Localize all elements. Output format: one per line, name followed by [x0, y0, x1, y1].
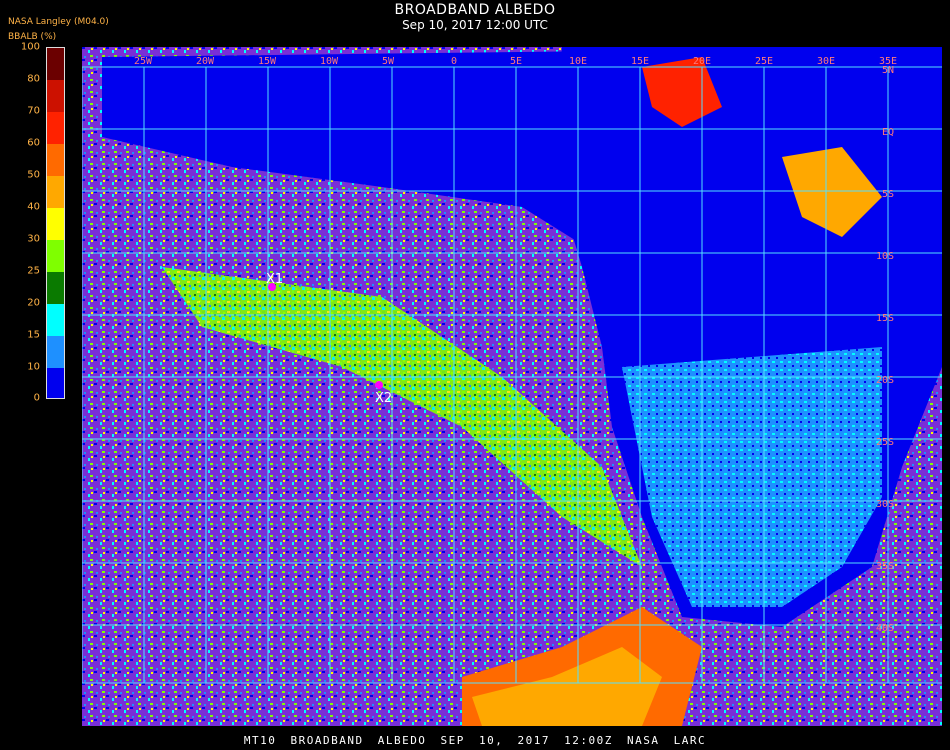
- lon-label: 20E: [693, 56, 711, 67]
- legend-swatch-10-15: [47, 336, 64, 368]
- legend-tick: 70: [27, 105, 40, 117]
- lat-label: EQ: [882, 127, 894, 138]
- lat-label: 5S: [882, 189, 894, 200]
- lon-label: 15E: [631, 56, 649, 67]
- legend-swatch-50-60: [47, 144, 64, 176]
- legend-tick: 50: [27, 169, 40, 181]
- legend-swatch-60-70: [47, 112, 64, 144]
- lat-label: 40S: [876, 623, 894, 634]
- lon-label: 5W: [382, 56, 395, 67]
- marker-dot: [375, 381, 383, 389]
- legend-tick: 30: [27, 233, 40, 245]
- legend-tick: 80: [27, 73, 40, 85]
- lat-label: 25S: [876, 437, 894, 448]
- lon-label: 15W: [258, 56, 277, 67]
- legend-tick: 40: [27, 201, 40, 213]
- legend-swatch-20-25: [47, 272, 64, 304]
- lat-label: 15S: [876, 313, 894, 324]
- color-scale-legend: [46, 47, 65, 399]
- unit-label: BBALB (%): [8, 32, 57, 42]
- lon-label: 10W: [320, 56, 339, 67]
- legend-tick: 100: [20, 41, 40, 53]
- legend-tick: 60: [27, 137, 40, 149]
- lat-label: 30S: [876, 499, 894, 510]
- marker-label: X2: [375, 391, 392, 406]
- lon-label: 25W: [134, 56, 153, 67]
- data-source-label: NASA Langley (M04.0): [8, 17, 109, 27]
- lat-label: 10S: [876, 251, 894, 262]
- legend-swatch-15-20: [47, 304, 64, 336]
- lat-label: 35S: [876, 561, 894, 572]
- lon-label: 5E: [510, 56, 522, 67]
- legend-swatch-30-40: [47, 208, 64, 240]
- map-timestamp: Sep 10, 2017 12:00 UTC: [402, 18, 548, 32]
- legend-tick: 15: [27, 329, 40, 341]
- legend-tick: 25: [27, 265, 40, 277]
- legend-tick: 20: [27, 297, 40, 309]
- legend-tick: 0: [33, 392, 40, 404]
- lon-label: 20W: [196, 56, 215, 67]
- legend-swatch-25-30: [47, 240, 64, 272]
- lon-label: 0: [451, 56, 457, 67]
- albedo-map[interactable]: 5N EQ 5S 10S 15S 20S 25S 30S 35S 40S 25W…: [82, 47, 942, 726]
- lon-label: 10E: [569, 56, 587, 67]
- legend-swatch-0-10: [47, 368, 64, 398]
- lat-label: 20S: [876, 375, 894, 386]
- footer-caption: MT10 BROADBAND ALBEDO SEP 10, 2017 12:00…: [243, 734, 707, 747]
- legend-swatch-80-100: [47, 48, 64, 80]
- legend-tick: 10: [27, 361, 40, 373]
- lon-label: 30E: [817, 56, 835, 67]
- map-title: BROADBAND ALBEDO: [394, 2, 556, 18]
- legend-swatch-70-80: [47, 80, 64, 112]
- lon-label: 35E: [879, 56, 897, 67]
- lon-label: 25E: [755, 56, 773, 67]
- legend-swatch-40-50: [47, 176, 64, 208]
- marker-label: X1: [266, 272, 283, 287]
